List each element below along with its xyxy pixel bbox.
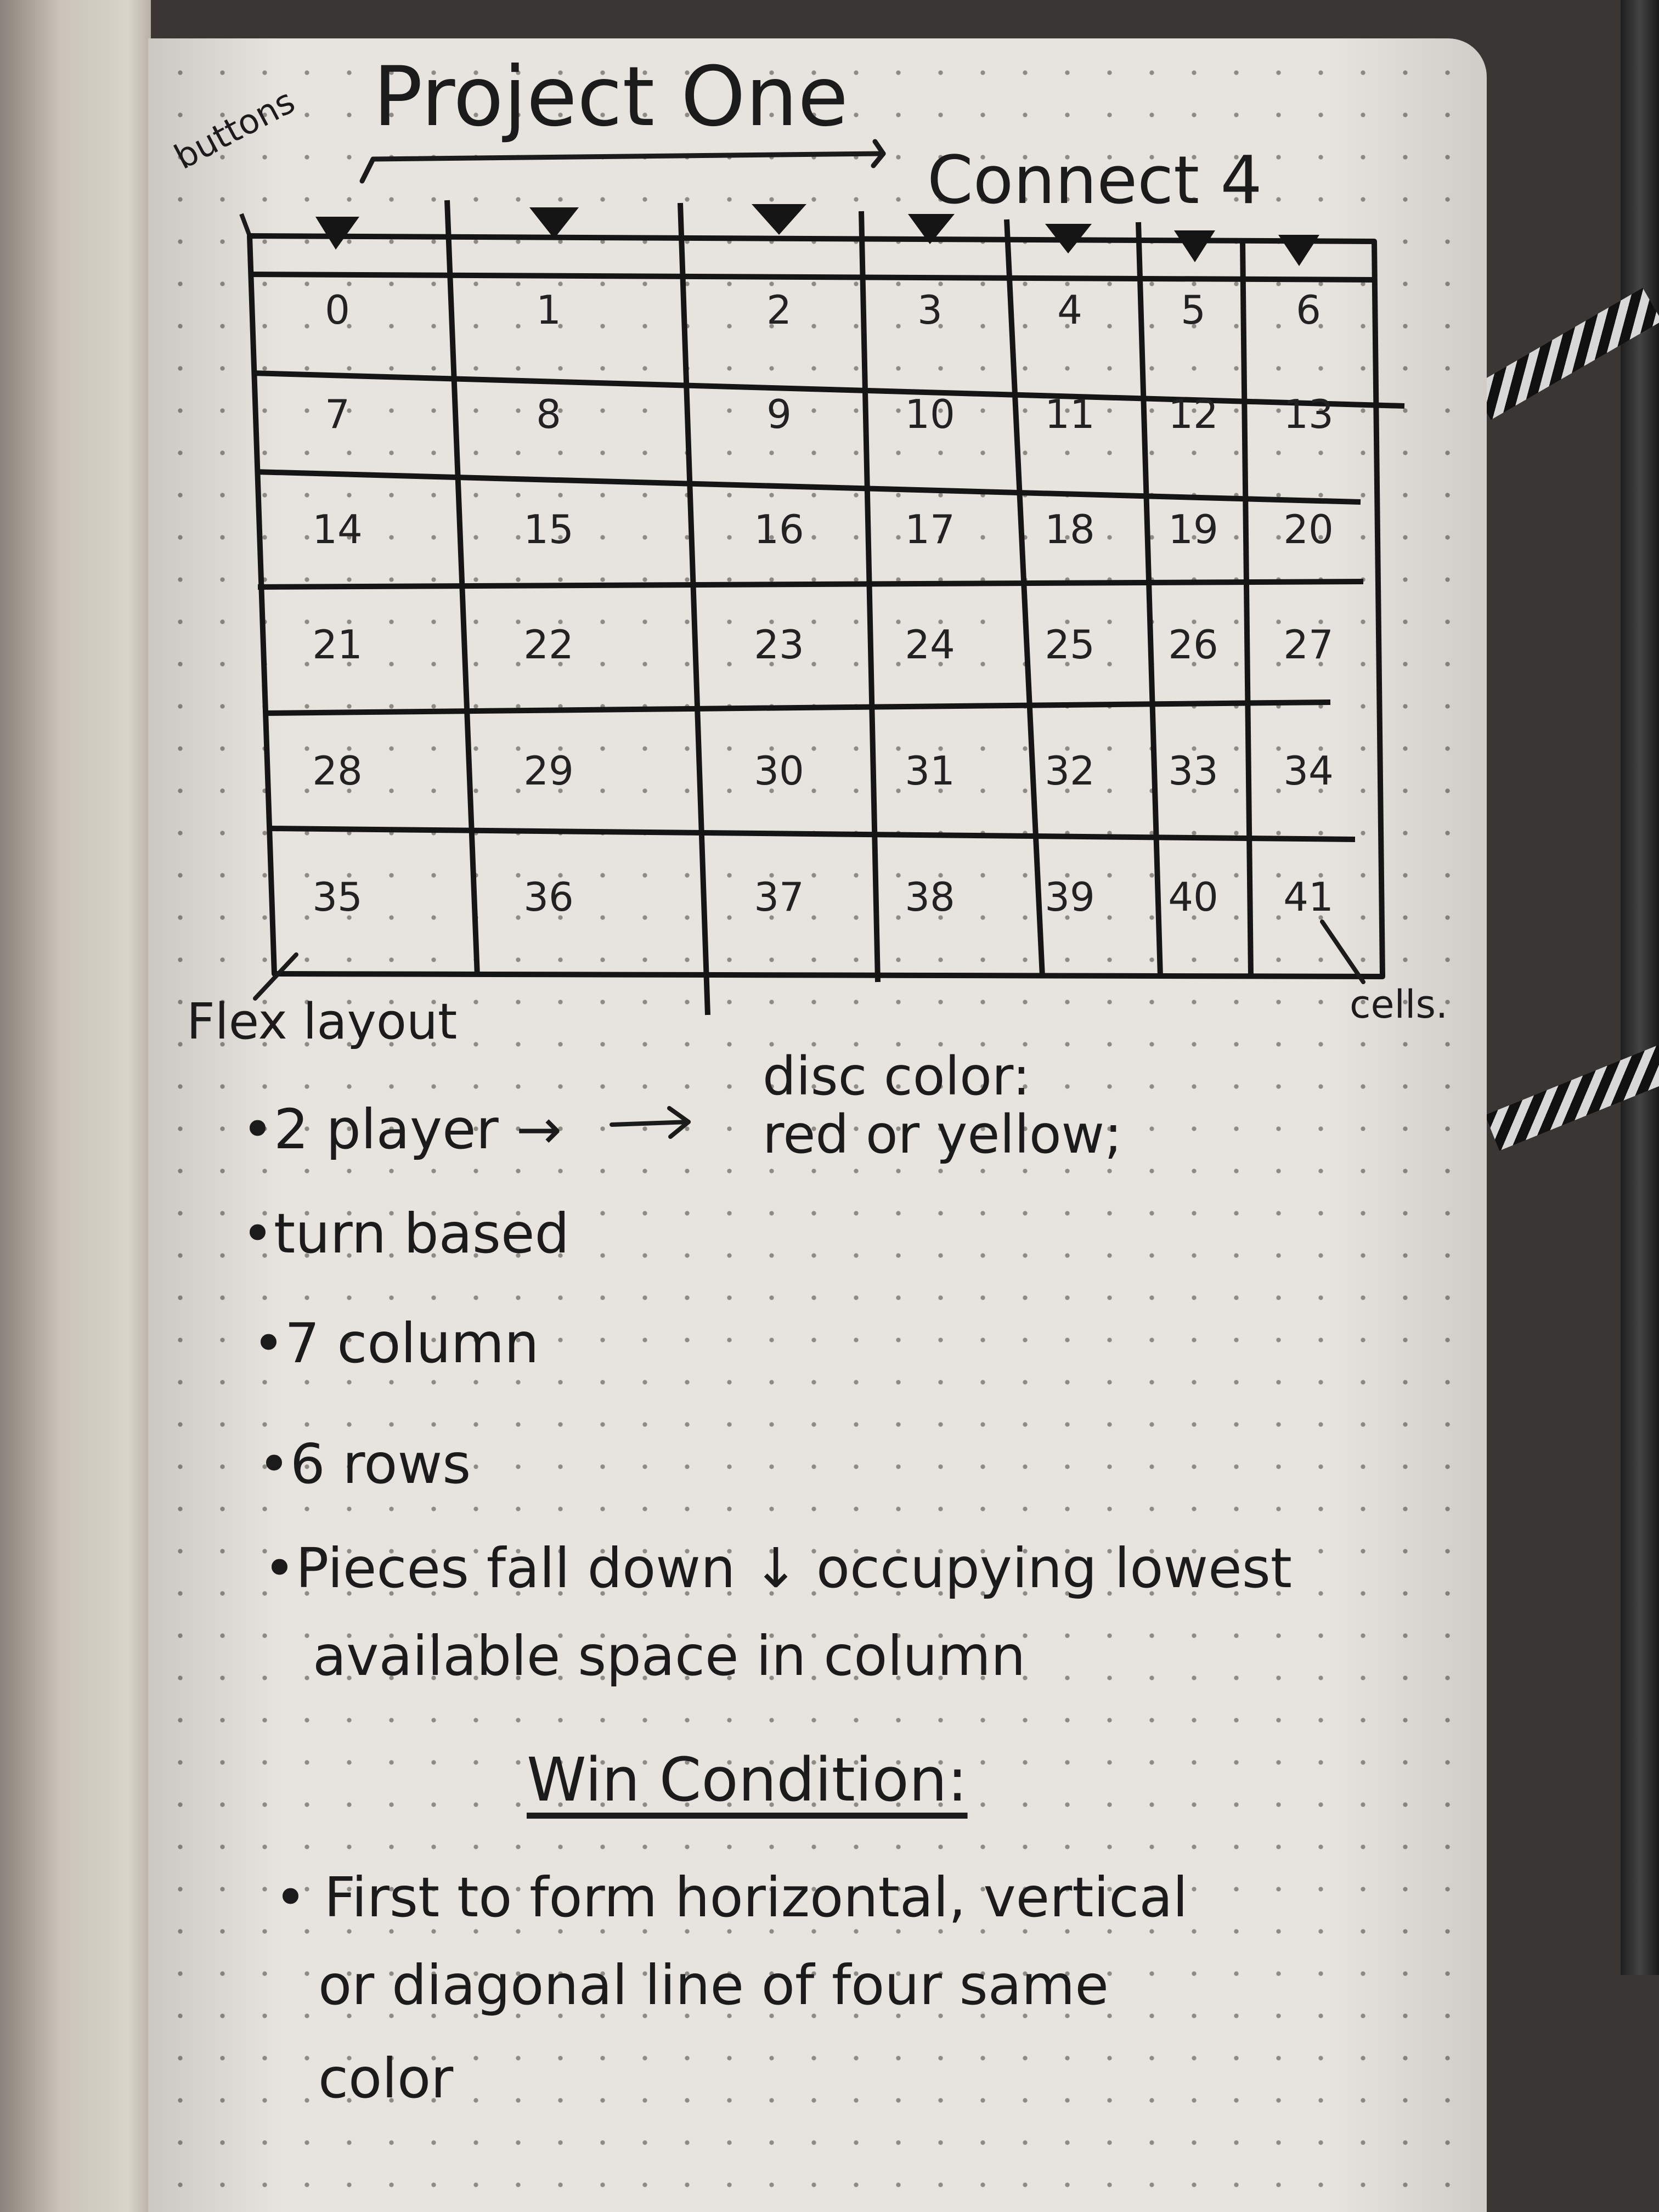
col-line [678, 202, 710, 1015]
buttons-arrow [239, 213, 252, 237]
board-cell-number: 14 [312, 506, 363, 552]
row-line [268, 826, 1356, 842]
board-cell-number: 38 [905, 874, 955, 920]
board-cell-number: 15 [523, 506, 574, 552]
board-cell-number: 40 [1168, 874, 1218, 920]
board-cell-number: 33 [1168, 748, 1218, 794]
board-cell-number: 35 [312, 874, 363, 920]
board-cell-number: 21 [312, 622, 363, 668]
note-item: available space in column [313, 1624, 1026, 1688]
board-cell-number: 8 [536, 391, 561, 437]
board-cell-number: 17 [905, 506, 955, 552]
col-line [1136, 222, 1163, 977]
board-cell-number: 28 [312, 748, 363, 794]
win-condition-heading: Win Condition: [527, 1745, 968, 1815]
board-cell-number: 6 [1296, 287, 1321, 333]
note-item: •turn based [241, 1201, 569, 1266]
board-cell-number: 1 [536, 287, 561, 333]
board-cell-number: 37 [754, 874, 804, 920]
board-cell-number: 20 [1283, 506, 1334, 552]
annotation-cells: cells. [1350, 982, 1448, 1027]
note-item: •7 column [252, 1311, 539, 1375]
board-cell-number: 0 [325, 287, 350, 333]
board-cell-number: 10 [905, 391, 955, 437]
cells-arrow [1320, 919, 1365, 984]
col-line [859, 211, 881, 983]
board-cell-number: 4 [1057, 287, 1082, 333]
col-line [1240, 241, 1254, 977]
disc-color-line: disc color: [763, 1046, 1030, 1107]
col-line [1004, 219, 1045, 977]
note-item: •6 rows [258, 1432, 471, 1496]
disc-color-options: red or yellow; [763, 1103, 1122, 1165]
note-item: •2 player → [241, 1097, 562, 1161]
board-cell-number: 30 [754, 748, 804, 794]
board-cell-number: 12 [1168, 391, 1218, 437]
board-cell-number: 9 [766, 391, 792, 437]
drop-button [529, 207, 579, 239]
row-line [252, 370, 1405, 409]
board-cell-number: 32 [1045, 748, 1095, 794]
note-item: •Pieces fall down ↓ occupying lowest [263, 1536, 1292, 1600]
title-arrow [359, 139, 886, 184]
board-grid [247, 200, 1405, 1015]
board-cell-number: 39 [1045, 874, 1095, 920]
board-cell-number: 31 [905, 748, 955, 794]
board-cell-number: 5 [1181, 287, 1206, 333]
board-cell-number: 22 [523, 622, 574, 668]
disc-color-note: disc color: red or yellow; [763, 1046, 1122, 1165]
board-cell-number: 2 [766, 287, 792, 333]
board-cell-number: 24 [905, 622, 955, 668]
row-line [255, 469, 1361, 505]
drop-button [1174, 230, 1215, 262]
player-arrow [610, 1106, 691, 1139]
board-cell-number: 29 [523, 748, 574, 794]
button-row-divider [249, 272, 1375, 283]
board-outline [247, 233, 1385, 979]
board-cell-number: 34 [1283, 748, 1334, 794]
drop-button [1278, 235, 1319, 266]
board-cell-number: 7 [325, 391, 350, 437]
annotation-flex-layout: Flex layout [187, 993, 458, 1051]
board-cell-number: 13 [1283, 391, 1334, 437]
board-cell-number: 23 [754, 622, 804, 668]
drop-button [752, 204, 806, 235]
win-condition-line: color [318, 2046, 454, 2111]
board-cell-number: 25 [1045, 622, 1095, 668]
board-cell-number: 26 [1168, 622, 1218, 668]
board-cell-number: 27 [1283, 622, 1334, 668]
row-line [263, 699, 1331, 716]
win-condition-line: or diagonal line of four same [318, 1953, 1109, 2017]
board-cell-number: 36 [523, 874, 574, 920]
board-cell-number: 19 [1168, 506, 1218, 552]
board-cell-number: 18 [1045, 506, 1095, 552]
board-cell-number: 11 [1045, 391, 1095, 437]
drop-button [315, 217, 359, 250]
row-line [257, 579, 1364, 590]
board-cell-number: 3 [917, 287, 943, 333]
board-cell-number: 16 [754, 506, 804, 552]
board-cell-number: 41 [1283, 874, 1334, 920]
win-condition-line: • First to form horizontal, vertical [274, 1865, 1188, 1929]
